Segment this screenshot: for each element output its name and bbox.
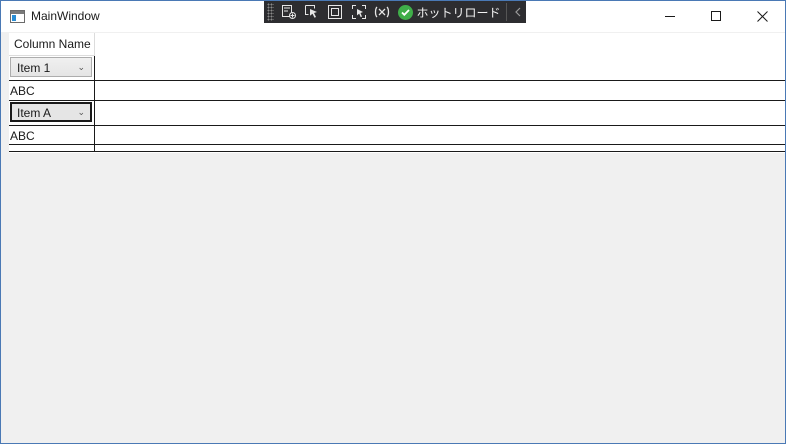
toolbar-separator — [506, 3, 508, 21]
item-combobox-focused[interactable]: Item A ⌄ — [10, 102, 92, 122]
collapse-toolbar-chevron-left-icon[interactable] — [510, 3, 526, 21]
hot-reload-status[interactable]: ホットリロード — [398, 3, 500, 21]
combobox-value: Item 1 — [17, 61, 51, 75]
column-header-filler — [95, 33, 785, 57]
column-header[interactable]: Column Name — [9, 33, 95, 56]
close-button[interactable] — [739, 1, 785, 31]
table-cell[interactable]: Item A ⌄ — [9, 101, 95, 125]
table-row[interactable]: Item 1 ⌄ — [9, 56, 785, 81]
maximize-button[interactable] — [693, 1, 739, 31]
table-row[interactable]: ABC — [9, 126, 785, 145]
xaml-debug-toolbar: ホットリロード — [264, 1, 526, 23]
table-cell[interactable]: ABC — [9, 81, 95, 100]
table-row-empty[interactable] — [9, 145, 785, 152]
minimize-icon — [664, 15, 675, 17]
chevron-down-icon: ⌄ — [77, 62, 85, 72]
close-icon — [756, 10, 768, 22]
cell-text: ABC — [10, 129, 35, 143]
title-bar[interactable]: MainWindow ホットリロード — [1, 1, 785, 32]
binding-failures-icon[interactable] — [373, 3, 391, 21]
data-grid[interactable]: Column Name Item 1 ⌄ ABC Item A ⌄ ABC — [9, 33, 785, 153]
track-focus-icon[interactable] — [350, 3, 367, 21]
table-cell[interactable]: ABC — [9, 126, 95, 144]
table-cell[interactable]: Item 1 ⌄ — [9, 56, 95, 80]
hot-reload-check-icon — [398, 4, 414, 20]
main-window: MainWindow ホットリロード Column Name Item 1 ⌄ … — [0, 0, 786, 444]
maximize-icon — [710, 10, 721, 21]
app-window-icon — [10, 10, 25, 23]
table-row[interactable]: ABC — [9, 81, 785, 101]
item-combobox[interactable]: Item 1 ⌄ — [10, 57, 92, 77]
window-title: MainWindow — [31, 9, 100, 23]
pointer-select-icon[interactable] — [303, 3, 320, 21]
combobox-value: Item A — [17, 106, 52, 120]
select-element-icon[interactable] — [280, 3, 297, 21]
table-cell[interactable] — [9, 145, 95, 151]
column-header-label: Column Name — [14, 37, 91, 51]
cell-text: ABC — [10, 84, 35, 98]
display-layout-adorner-icon[interactable] — [327, 3, 344, 21]
minimize-button[interactable] — [647, 1, 693, 31]
hot-reload-label: ホットリロード — [416, 5, 501, 20]
toolbar-grip-icon[interactable] — [267, 3, 274, 21]
table-row[interactable]: Item A ⌄ — [9, 101, 785, 126]
chevron-down-icon: ⌄ — [77, 107, 85, 117]
window-controls — [647, 1, 785, 31]
